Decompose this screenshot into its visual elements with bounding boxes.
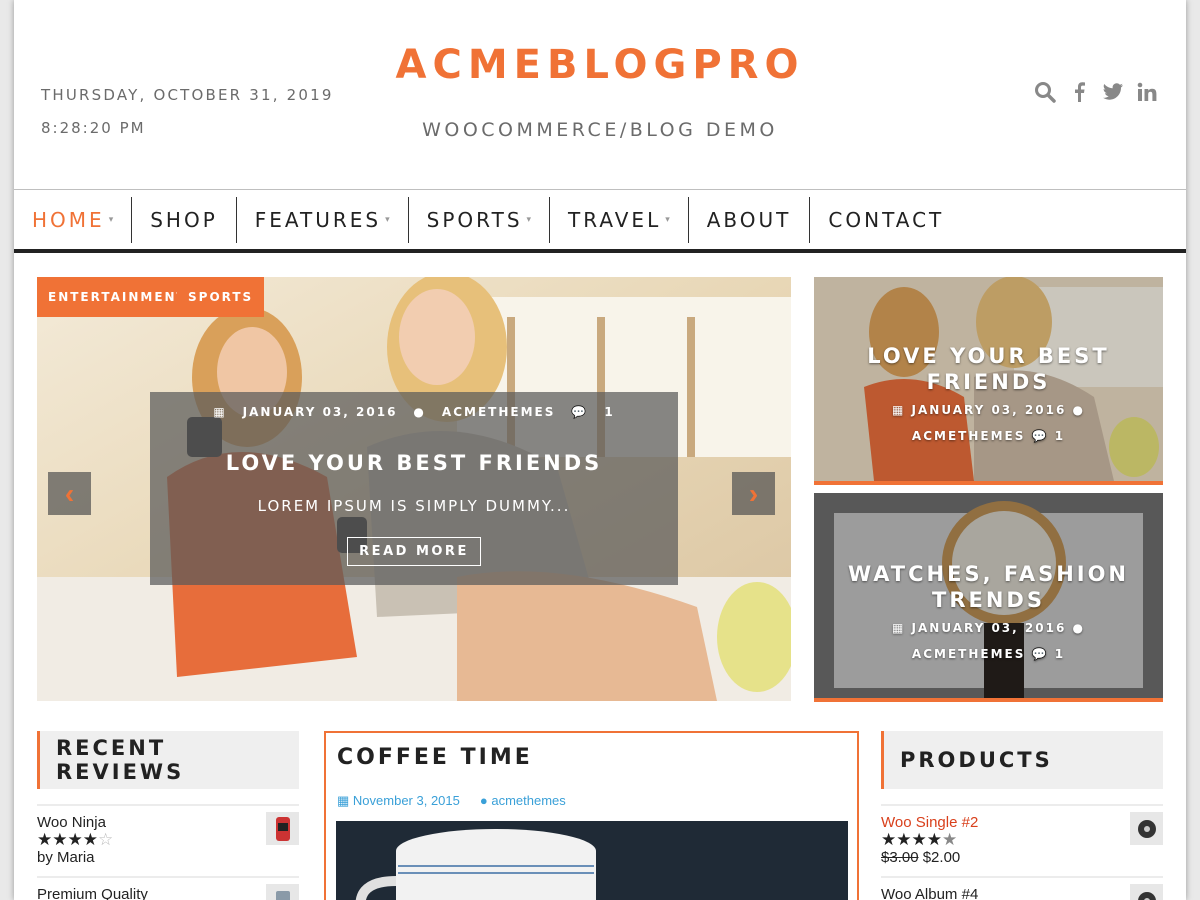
product-thumbnail[interactable]	[1130, 884, 1163, 900]
search-icon[interactable]	[1034, 80, 1056, 104]
user-icon: ●	[1072, 621, 1085, 635]
review-item: Premium Quality	[37, 876, 299, 900]
star-rating: ★★★★☆	[37, 830, 114, 849]
calendar-icon: ▦	[213, 405, 227, 419]
review-title[interactable]: Premium Quality	[37, 886, 299, 900]
slide-date: JANUARY 03, 2016	[242, 405, 398, 419]
post-title[interactable]: COFFEE TIME	[337, 745, 533, 770]
product-item: Woo Album #4	[881, 876, 1163, 900]
feature-comments[interactable]: 1	[1055, 647, 1065, 661]
chevron-down-icon: ▾	[526, 214, 532, 224]
post-card: COFFEE TIME ▦ November 3, 2015 ● acmethe…	[324, 731, 859, 900]
product-title[interactable]: Woo Single #2	[881, 814, 1163, 831]
slide-meta: ▦ JANUARY 03, 2016 ● ACMETHEMES 💬 1	[150, 405, 678, 419]
feature-date: JANUARY 03, 2016	[911, 403, 1067, 417]
widget-title-products: PRODUCTS	[881, 731, 1163, 789]
feature-card[interactable]: WATCHES, FASHION TRENDS ▦ JANUARY 03, 20…	[814, 493, 1163, 702]
main-slider: ENTERTAINMENT SPORTS ▦ JANUARY 03, 2016 …	[37, 277, 791, 701]
category-tag-entertainment[interactable]: ENTERTAINMENT	[37, 277, 198, 317]
chevron-down-icon: ▾	[385, 214, 390, 224]
twitter-icon[interactable]	[1102, 80, 1124, 104]
chevron-down-icon: ▾	[108, 214, 114, 224]
site-tagline: WOOCOMMERCE/BLOG DEMO	[422, 119, 778, 141]
comment-icon: 💬	[1031, 429, 1049, 443]
nav-item-home[interactable]: HOME ▾	[14, 196, 133, 243]
chevron-down-icon: ▾	[665, 214, 670, 224]
slide-title[interactable]: LOVE YOUR BEST FRIENDS	[150, 451, 678, 475]
calendar-icon: ▦	[892, 403, 906, 417]
product-item: Woo Single #2 ★★★★★ $3.00 $2.00	[881, 804, 1163, 876]
post-date: November 3, 2015	[352, 793, 460, 808]
feature-author[interactable]: ACMETHEMES	[912, 647, 1025, 661]
category-tag-sports[interactable]: SPORTS	[177, 277, 265, 317]
calendar-icon: ▦	[892, 621, 906, 635]
review-title[interactable]: Woo Ninja	[37, 814, 299, 831]
feature-comments[interactable]: 1	[1055, 429, 1065, 443]
post-image[interactable]	[336, 821, 848, 900]
nav-item-about[interactable]: ABOUT	[689, 196, 811, 243]
post-author: acmethemes	[491, 793, 566, 808]
post-author-wrap[interactable]: ● acmethemes	[480, 793, 566, 809]
new-price: $2.00	[922, 849, 961, 866]
slide-comments[interactable]: 1	[604, 405, 614, 419]
feature-title[interactable]: WATCHES, FASHION TRENDS	[814, 561, 1163, 613]
feature-title[interactable]: LOVE YOUR BEST FRIENDS	[814, 343, 1163, 395]
chevron-right-icon: ›	[748, 477, 759, 509]
product-price: $3.00 $2.00	[881, 849, 1163, 866]
feature-author[interactable]: ACMETHEMES	[912, 429, 1025, 443]
review-item: Woo Ninja ★★★★☆ by Maria	[37, 804, 299, 876]
header-social	[1034, 80, 1158, 104]
nav-item-travel[interactable]: TRAVEL ▾	[550, 196, 689, 243]
product-thumbnail[interactable]	[266, 812, 299, 845]
nav-item-contact[interactable]: CONTACT	[810, 197, 962, 243]
nav-item-shop[interactable]: SHOP	[132, 196, 237, 243]
feature-caption: LOVE YOUR BEST FRIENDS ▦ JANUARY 03, 201…	[814, 343, 1163, 449]
slider-prev-button[interactable]: ‹	[48, 472, 91, 515]
chevron-left-icon: ‹	[64, 477, 75, 509]
user-icon: ●	[1072, 403, 1085, 417]
widget-title-recent-reviews: RECENT REVIEWS	[37, 731, 299, 789]
feature-card[interactable]: LOVE YOUR BEST FRIENDS ▦ JANUARY 03, 201…	[814, 277, 1163, 485]
nav-item-features[interactable]: FEATURES ▾	[237, 196, 409, 243]
nav-item-sports[interactable]: SPORTS ▾	[409, 196, 551, 243]
product-thumbnail[interactable]	[266, 884, 299, 900]
page: THURSDAY, OCTOBER 31, 2019 8:28:20 PM AC…	[14, 0, 1186, 900]
linkedin-icon[interactable]	[1136, 80, 1158, 104]
post-date-wrap[interactable]: ▦ November 3, 2015	[337, 793, 460, 809]
feature-caption: WATCHES, FASHION TRENDS ▦ JANUARY 03, 20…	[814, 561, 1163, 667]
slide-excerpt: LOREM IPSUM IS SIMPLY DUMMY...	[257, 497, 571, 515]
read-more-button[interactable]: READ MORE	[347, 537, 481, 566]
header-date: THURSDAY, OCTOBER 31, 2019	[41, 86, 334, 104]
feature-date: JANUARY 03, 2016	[911, 621, 1067, 635]
post-meta: ▦ November 3, 2015 ● acmethemes	[337, 793, 566, 809]
slide-author[interactable]: ACMETHEMES	[442, 405, 555, 419]
review-author: by Maria	[37, 849, 95, 866]
feature-meta: ▦ JANUARY 03, 2016 ● ACMETHEMES 💬 1	[814, 615, 1163, 667]
comment-icon: 💬	[571, 405, 589, 419]
star-rating: ★★★★★	[881, 830, 958, 849]
site-title[interactable]: ACMEBLOGPRO	[14, 42, 1186, 88]
slide-caption: ▦ JANUARY 03, 2016 ● ACMETHEMES 💬 1 LOVE…	[150, 392, 678, 585]
product-title[interactable]: Woo Album #4	[881, 886, 1163, 900]
old-price: $3.00	[881, 849, 919, 866]
main-nav: HOME ▾ SHOP FEATURES ▾ SPORTS ▾ TRAVEL ▾ ABO…	[14, 189, 1186, 253]
comment-icon: 💬	[1031, 647, 1049, 661]
slider-next-button[interactable]: ›	[732, 472, 775, 515]
user-icon: ●	[479, 793, 488, 808]
feature-meta: ▦ JANUARY 03, 2016 ● ACMETHEMES 💬 1	[814, 397, 1163, 449]
user-icon: ●	[413, 405, 426, 419]
facebook-icon[interactable]	[1068, 80, 1090, 104]
calendar-icon: ▦	[337, 793, 350, 808]
product-thumbnail[interactable]	[1130, 812, 1163, 845]
